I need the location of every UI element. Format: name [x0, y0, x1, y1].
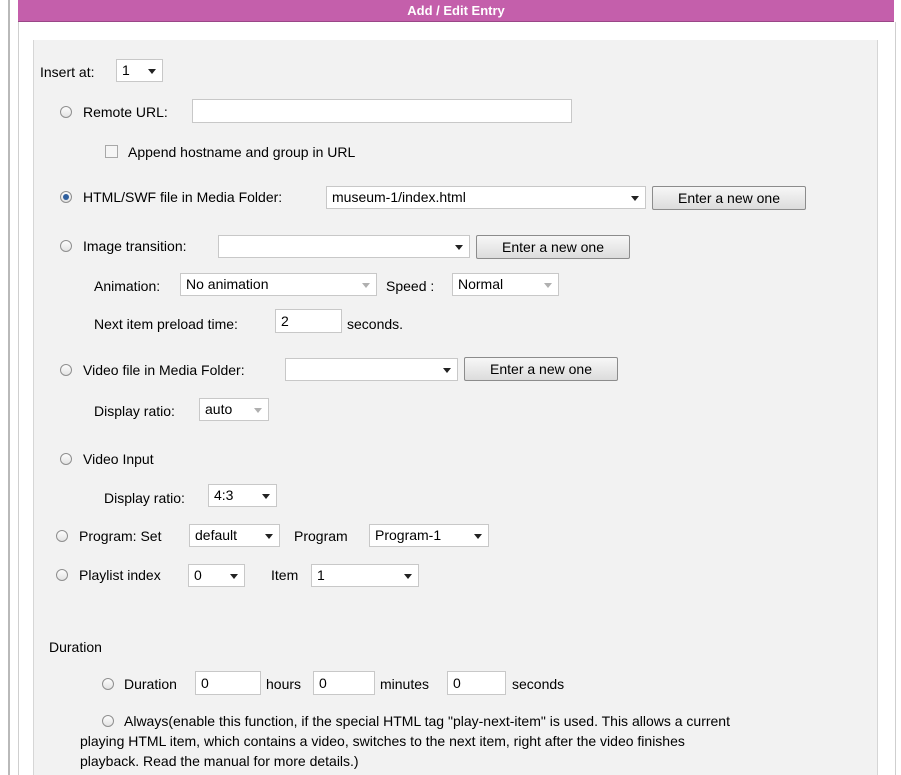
- image-transition-select[interactable]: [218, 235, 470, 258]
- playlist-index-value: 0: [194, 567, 202, 583]
- remote-url-radio[interactable]: [60, 106, 72, 118]
- playlist-item-label: Item: [271, 567, 299, 583]
- insert-at-label: Insert at:: [40, 64, 95, 80]
- video-file-ratio-select[interactable]: auto: [199, 398, 269, 421]
- chevron-down-icon: [404, 574, 412, 579]
- duration-radio[interactable]: [102, 678, 114, 690]
- program-label: Program: [294, 528, 348, 544]
- program-select[interactable]: Program-1: [369, 524, 489, 547]
- duration-minutes-input[interactable]: 0: [313, 671, 375, 695]
- animation-value: No animation: [186, 276, 269, 292]
- video-file-radio[interactable]: [60, 364, 72, 376]
- preload-input[interactable]: 2: [275, 309, 342, 333]
- dialog-title: Add / Edit Entry: [407, 3, 505, 18]
- html-swf-select[interactable]: museum-1/index.html: [326, 186, 646, 209]
- video-input-ratio-select[interactable]: 4:3: [208, 484, 277, 507]
- always-line-1: Always(enable this function, if the spec…: [124, 713, 730, 729]
- image-transition-enter-new-button[interactable]: Enter a new one: [476, 235, 630, 259]
- animation-select[interactable]: No animation: [180, 273, 377, 296]
- chevron-down-icon: [443, 368, 451, 373]
- remote-url-label: Remote URL:: [83, 104, 168, 120]
- playlist-item-value: 1: [317, 567, 325, 583]
- insert-at-value: 1: [122, 62, 130, 78]
- playlist-index-label: Playlist index: [79, 567, 161, 583]
- speed-value: Normal: [458, 276, 504, 292]
- hours-label: hours: [266, 676, 302, 692]
- chevron-down-icon: [455, 245, 463, 250]
- duration-hours-input[interactable]: 0: [195, 671, 261, 695]
- preload-label: Next item preload time:: [94, 316, 238, 332]
- chevron-down-icon: [230, 574, 238, 579]
- chevron-down-icon: [474, 534, 482, 539]
- chevron-down-icon: [631, 196, 639, 201]
- program-set-select[interactable]: default: [189, 524, 280, 547]
- chevron-down-icon: [254, 408, 262, 413]
- video-file-select[interactable]: [285, 358, 458, 381]
- speed-label: Speed :: [386, 278, 435, 294]
- html-swf-label: HTML/SWF file in Media Folder:: [83, 189, 283, 205]
- video-input-ratio-value: 4:3: [214, 487, 234, 503]
- image-transition-radio[interactable]: [60, 240, 72, 252]
- playlist-radio[interactable]: [56, 569, 68, 581]
- chevron-down-icon: [148, 69, 156, 74]
- video-input-label: Video Input: [83, 451, 154, 467]
- html-swf-radio[interactable]: [60, 191, 72, 203]
- program-set-value: default: [195, 527, 238, 543]
- append-hostname-checkbox[interactable]: [105, 145, 118, 158]
- video-file-label: Video file in Media Folder:: [83, 362, 245, 378]
- image-transition-label: Image transition:: [83, 238, 187, 254]
- chevron-down-icon: [544, 283, 552, 288]
- video-input-ratio-label: Display ratio:: [104, 490, 185, 506]
- speed-select[interactable]: Normal: [452, 273, 559, 296]
- animation-label: Animation:: [94, 278, 161, 294]
- chevron-down-icon: [362, 283, 370, 288]
- always-line-2: playing HTML item, which contains a vide…: [80, 733, 685, 749]
- minutes-label: minutes: [380, 676, 430, 692]
- always-radio[interactable]: [102, 715, 114, 727]
- duration-seconds-input[interactable]: 0: [447, 671, 506, 695]
- preload-unit: seconds.: [347, 316, 404, 332]
- chevron-down-icon: [262, 494, 270, 499]
- program-value: Program-1: [375, 527, 442, 543]
- video-input-radio[interactable]: [60, 453, 72, 465]
- program-set-label: Program: Set: [79, 528, 162, 544]
- video-file-enter-new-button[interactable]: Enter a new one: [464, 357, 618, 381]
- program-radio[interactable]: [56, 530, 68, 542]
- insert-at-select[interactable]: 1: [116, 59, 163, 82]
- remote-url-input[interactable]: [192, 99, 572, 123]
- html-swf-value: museum-1/index.html: [332, 189, 466, 205]
- duration-label: Duration: [124, 676, 177, 692]
- seconds-label: seconds: [512, 676, 565, 692]
- video-file-ratio-label: Display ratio:: [94, 403, 175, 419]
- duration-section-label: Duration: [49, 639, 102, 655]
- playlist-item-select[interactable]: 1: [311, 564, 419, 587]
- always-line-3: playback. Read the manual for more detai…: [80, 753, 359, 769]
- left-border: [8, 0, 10, 775]
- html-swf-enter-new-button[interactable]: Enter a new one: [652, 186, 806, 210]
- chevron-down-icon: [265, 534, 273, 539]
- dialog-header: Add / Edit Entry: [18, 0, 894, 22]
- video-file-ratio-value: auto: [205, 401, 233, 417]
- playlist-index-select[interactable]: 0: [188, 564, 245, 587]
- append-hostname-label: Append hostname and group in URL: [128, 144, 356, 160]
